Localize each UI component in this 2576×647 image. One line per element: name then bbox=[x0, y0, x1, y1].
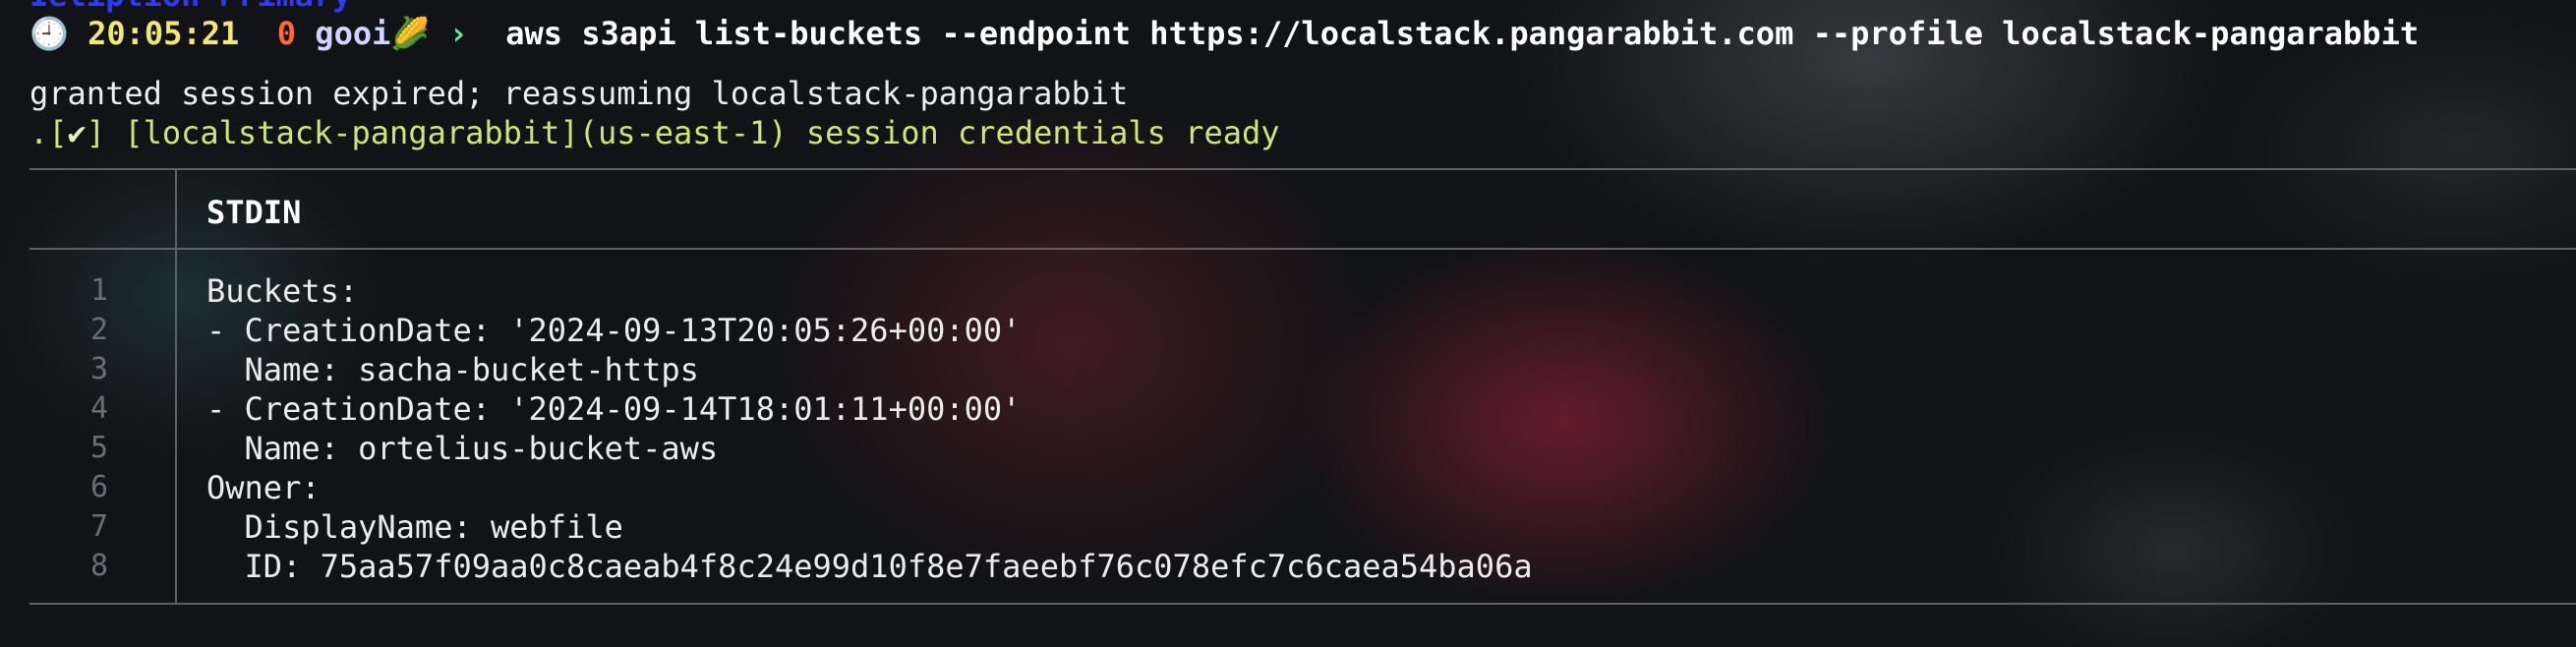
code-line: - CreationDate: '2024-09-14T18:01:11+00:… bbox=[206, 390, 1022, 428]
prompt-user: gooi bbox=[315, 15, 391, 52]
line-number: 7 bbox=[89, 509, 108, 544]
code-line: Name: ortelius-bucket-aws bbox=[206, 430, 719, 467]
exit-status: 0 bbox=[276, 15, 297, 52]
prompt-chevron-icon: › bbox=[448, 15, 468, 52]
panel-bottom-rule bbox=[29, 603, 2576, 605]
session-expired-message: granted session expired; reassuming loca… bbox=[29, 75, 1129, 112]
shell-prompt: 🕘 20:05:21 0 gooi🌽 › aws s3api list-buck… bbox=[29, 14, 2419, 53]
code-line: - CreationDate: '2024-09-13T20:05:26+00:… bbox=[206, 312, 1022, 349]
command-text[interactable]: aws s3api list-buckets --endpoint https:… bbox=[505, 15, 2419, 52]
code-line: ID: 75aa57f09aa0c8caeab4f8c24e99d10f8e7f… bbox=[206, 548, 1533, 585]
panel-header-stdin: STDIN bbox=[206, 194, 302, 231]
line-number: 6 bbox=[89, 470, 108, 504]
line-number: 8 bbox=[89, 549, 108, 583]
line-number: 1 bbox=[89, 273, 108, 308]
corn-icon: 🌽 bbox=[390, 15, 431, 52]
line-number-gutter-divider bbox=[175, 168, 177, 605]
previous-output-line: Ieliption Primary bbox=[29, 0, 352, 14]
line-number: 3 bbox=[89, 352, 108, 386]
code-line: DisplayName: webfile bbox=[206, 508, 623, 546]
line-number: 2 bbox=[89, 313, 108, 347]
clock-icon: 🕘 bbox=[29, 15, 69, 52]
checkmark-icon: ✔ bbox=[67, 114, 87, 151]
panel-top-rule bbox=[29, 168, 2576, 170]
prompt-time: 20:05:21 bbox=[88, 15, 240, 52]
code-line: Owner: bbox=[206, 469, 321, 506]
code-line: Buckets: bbox=[206, 272, 359, 310]
line-number: 5 bbox=[89, 431, 108, 465]
credentials-ready-message: .[✔] [localstack-pangarabbit](us-east-1)… bbox=[29, 114, 1280, 151]
line-number: 4 bbox=[89, 391, 108, 426]
panel-header-rule bbox=[29, 248, 2576, 250]
code-line: Name: sacha-bucket-https bbox=[206, 351, 699, 388]
